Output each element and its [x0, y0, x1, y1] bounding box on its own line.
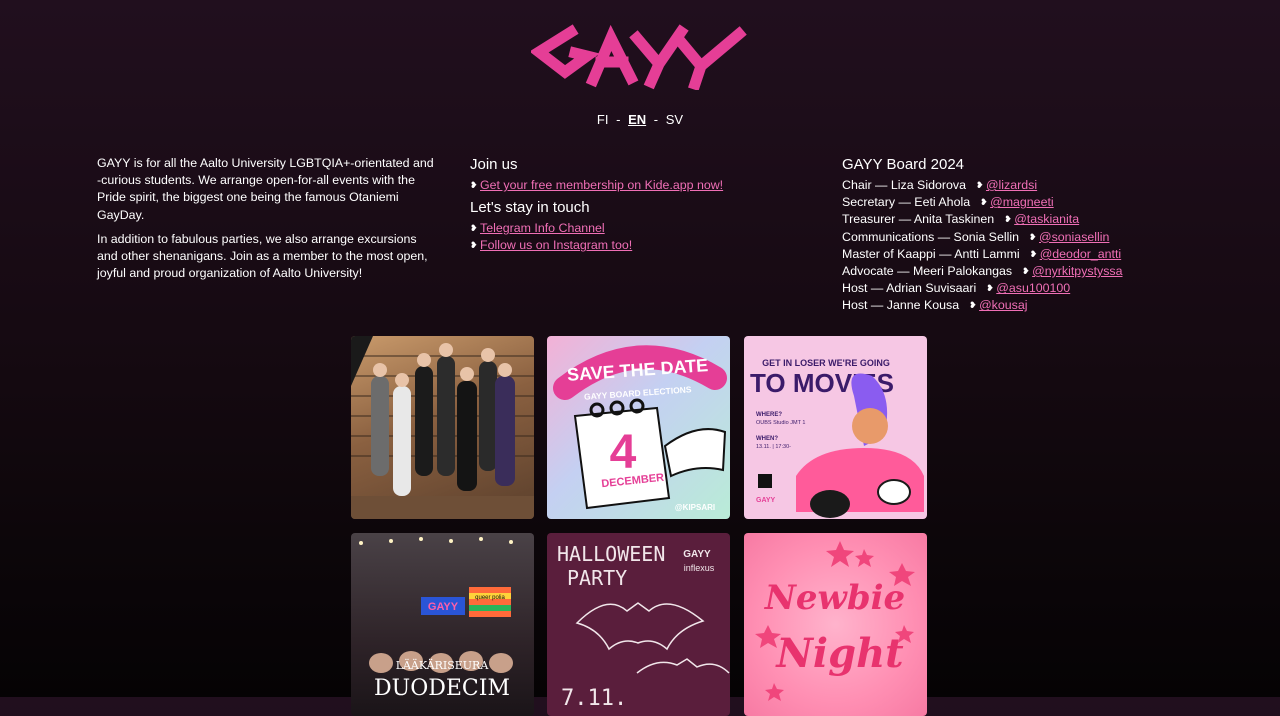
- board-role: Communications — Sonia Sellin: [842, 229, 1019, 244]
- board-handle-link[interactable]: @kousaj: [979, 297, 1027, 314]
- board-role: Advocate — Meeri Palokangas: [842, 264, 1013, 279]
- board-member: Treasurer — Anita Taskinen ❥ @taskianita: [842, 211, 1162, 228]
- bullet-icon: ❥: [975, 180, 984, 190]
- post-movies[interactable]: GET IN LOSER WE'RE GOING TO MOVIES WHERE…: [744, 336, 927, 519]
- board-section: GAYY Board 2024 Chair — Liza Sidorova ❥ …: [842, 155, 1162, 315]
- join-section: Join us ❥ Get your free membership on Ki…: [470, 155, 790, 255]
- board-role: Host — Adrian Suvisaari: [842, 281, 977, 296]
- newbie-line2: Night: [774, 630, 904, 677]
- board-member: Master of Kaappi — Antti Lammi ❥ @deodor…: [842, 246, 1162, 263]
- save-date-day: 4: [610, 426, 637, 479]
- movies-when-label: WHEN?: [756, 436, 778, 442]
- board-member: Host — Janne Kousa ❥ @kousaj: [842, 297, 1162, 314]
- touch-heading: Let's stay in touch: [470, 199, 590, 217]
- halloween-line1: HALLOWEEN: [557, 542, 665, 566]
- halloween-line2: PARTY: [567, 566, 627, 590]
- newbie-line1: Newbie: [764, 578, 905, 618]
- board-member: Communications — Sonia Sellin ❥ @soniase…: [842, 229, 1162, 246]
- board-handle-link[interactable]: @asu100100: [996, 280, 1070, 297]
- bullet-icon: ❥: [470, 240, 478, 251]
- halloween-brand1: GAYY: [683, 549, 711, 560]
- movies-brand: GAYY: [756, 497, 776, 504]
- post-save-the-date[interactable]: SAVE THE DATE GAYY BOARD ELECTIONS 4 DEC…: [547, 336, 730, 519]
- bullet-icon: ❥: [986, 283, 994, 294]
- gayy-logo[interactable]: [531, 20, 747, 90]
- membership-link[interactable]: Get your free membership on Kide.app now…: [480, 177, 723, 194]
- lang-en[interactable]: EN: [628, 112, 646, 127]
- board-handle-link[interactable]: @magneeti: [990, 194, 1054, 211]
- bullet-icon: ❥: [470, 223, 478, 234]
- bullet-icon: ❥: [1004, 214, 1012, 225]
- board-role: Master of Kaappi — Antti Lammi: [842, 246, 1020, 261]
- board-handle-link[interactable]: @soniasellin: [1039, 229, 1109, 246]
- bullet-icon: ❥: [470, 180, 478, 190]
- board-handle-link[interactable]: @lizardsi: [986, 177, 1037, 194]
- bullet-icon: ❥: [1029, 248, 1038, 259]
- bullet-icon: ❥: [1022, 266, 1030, 277]
- movies-where: OUBS Studio JMT 1: [756, 420, 805, 426]
- join-heading: Join us: [470, 156, 518, 173]
- post-duodecim[interactable]: GAYY queer polia LÄÄKÄRISEURA DUODECIM: [351, 533, 534, 716]
- board-handle-link[interactable]: @taskianita: [1014, 211, 1079, 228]
- telegram-link[interactable]: Telegram Info Channel: [480, 220, 605, 237]
- language-switcher: FI - EN - SV: [0, 112, 1280, 127]
- bullet-icon: ❥: [980, 197, 988, 208]
- board-member: Secretary — Eeti Ahola ❥ @magneeti: [842, 194, 1162, 211]
- bullet-icon: ❥: [1029, 231, 1037, 242]
- lang-sv[interactable]: SV: [666, 112, 683, 127]
- save-the-date-art: SAVE THE DATE GAYY BOARD ELECTIONS 4 DEC…: [553, 345, 727, 512]
- group-photo-image: [351, 336, 534, 519]
- duodecim-banner: GAYY: [428, 601, 459, 613]
- board-role: Host — Janne Kousa: [842, 298, 960, 313]
- board-member: Advocate — Meeri Palokangas ❥ @nyrkitpys…: [842, 263, 1162, 280]
- halloween-date: 7.11.: [561, 686, 627, 711]
- board-member: Chair — Liza Sidorova ❥ @lizardsi: [842, 177, 1162, 194]
- bullet-icon: ❥: [969, 300, 977, 311]
- movies-art: GET IN LOSER WE'RE GOING TO MOVIES WHERE…: [750, 358, 924, 518]
- post-halloween[interactable]: HALLOWEEN PARTY GAYY inflexus 7.11.: [547, 533, 730, 716]
- board-role: Secretary — Eeti Ahola: [842, 195, 971, 210]
- movies-when: 13.11. | 17:30-: [756, 444, 791, 450]
- halloween-brand2: inflexus: [684, 563, 715, 573]
- movies-where-label: WHERE?: [756, 412, 782, 418]
- duodecim-line2: DUODECIM: [374, 676, 510, 701]
- newbie-night-art: Newbie Night: [755, 541, 915, 701]
- board-heading: GAYY Board 2024: [842, 156, 965, 173]
- duodecim-flag: queer polia: [475, 595, 505, 601]
- intro-paragraph-2: In addition to fabulous parties, we also…: [97, 231, 428, 281]
- duodecim-line1: LÄÄKÄRISEURA: [396, 658, 490, 672]
- lang-separator: -: [616, 112, 621, 127]
- board-role: Treasurer — Anita Taskinen: [842, 212, 995, 227]
- board-member: Host — Adrian Suvisaari ❥ @asu100100: [842, 280, 1162, 297]
- instagram-link[interactable]: Follow us on Instagram too!: [480, 237, 632, 254]
- lang-separator: -: [653, 112, 659, 127]
- halloween-art: HALLOWEEN PARTY GAYY inflexus 7.11.: [557, 542, 730, 711]
- post-group-photo[interactable]: [351, 336, 534, 519]
- movies-line1: GET IN LOSER WE'RE GOING: [762, 358, 890, 368]
- board-handle-link[interactable]: @nyrkitpystyssa: [1032, 263, 1122, 280]
- board-role: Chair — Liza Sidorova: [842, 178, 966, 192]
- intro-paragraph-1: GAYY is for all the Aalto University LGB…: [97, 156, 434, 222]
- save-date-credit: @KIPSARI: [675, 503, 715, 512]
- post-newbie-night[interactable]: Newbie Night: [744, 533, 927, 716]
- lang-fi[interactable]: FI: [597, 112, 609, 127]
- duodecim-stage-image: GAYY queer polia LÄÄKÄRISEURA DUODECIM: [359, 537, 513, 701]
- intro-section: GAYY is for all the Aalto University LGB…: [97, 155, 437, 289]
- board-handle-link[interactable]: @deodor_antti: [1040, 246, 1121, 263]
